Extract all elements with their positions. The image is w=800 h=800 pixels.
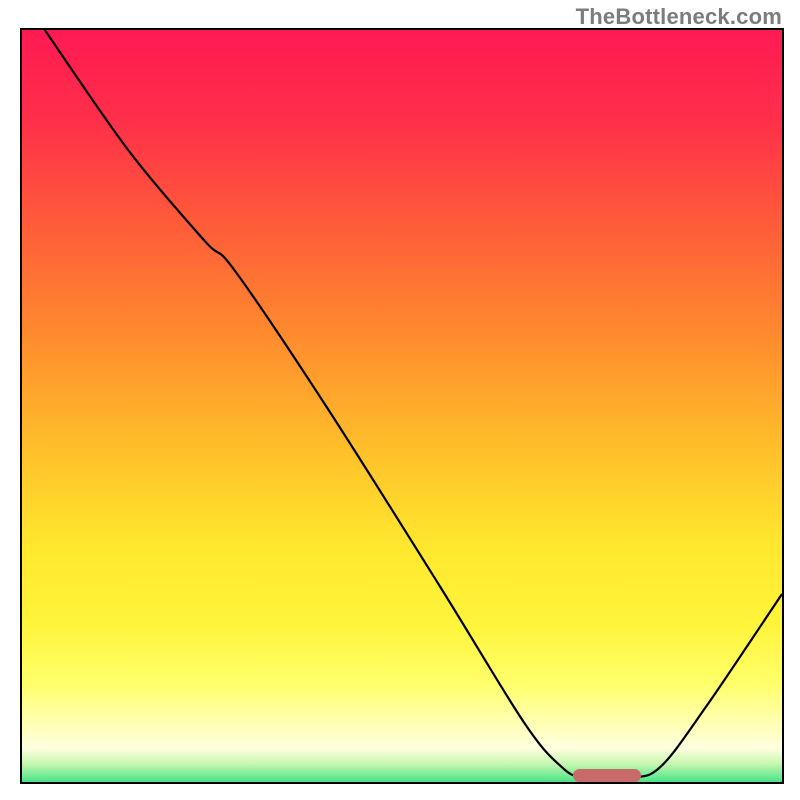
plot-area xyxy=(20,28,784,784)
watermark-text: TheBottleneck.com xyxy=(576,4,782,30)
bottleneck-curve xyxy=(22,30,782,782)
bottleneck-chart: TheBottleneck.com xyxy=(0,0,800,800)
optimal-marker xyxy=(573,769,641,782)
